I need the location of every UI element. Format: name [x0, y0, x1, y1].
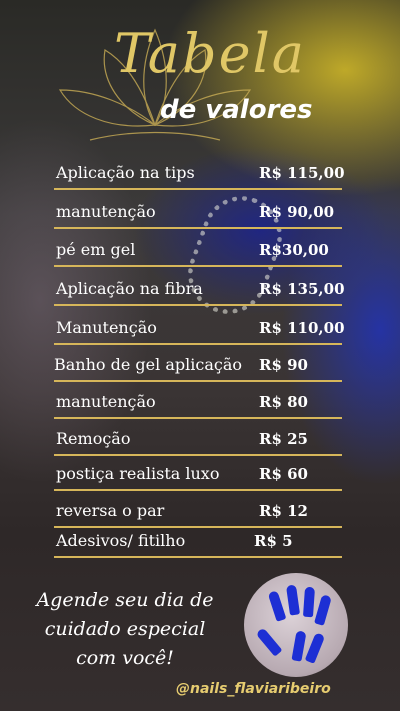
- call-to-action: Agende seu dia de cuidado especial com v…: [20, 586, 230, 673]
- service-name: Aplicação na fibra: [56, 279, 203, 298]
- service-name: reversa o par: [56, 501, 165, 520]
- price-row: Remoção R$ 25: [54, 418, 342, 456]
- service-name: pé em gel: [56, 240, 136, 259]
- price-row: pé em gel R$30,00: [54, 229, 342, 267]
- service-name: Aplicação na tips: [56, 163, 195, 182]
- service-price: R$ 135,00: [259, 280, 345, 298]
- page-title: Tabela: [113, 22, 306, 85]
- service-price: R$ 115,00: [259, 164, 345, 182]
- price-row: Adesivos/ fitilho R$ 5: [54, 520, 342, 558]
- price-row: Banho de gel aplicação R$ 90: [54, 344, 342, 382]
- nail-shape: [255, 627, 283, 657]
- service-price: R$30,00: [259, 241, 329, 259]
- price-row: postiça realista luxo R$ 60: [54, 453, 342, 491]
- nail-shape: [267, 590, 287, 622]
- service-name: manutenção: [56, 202, 156, 221]
- instagram-handle[interactable]: @nails_flaviaribeiro: [176, 681, 331, 697]
- nail-shape: [302, 586, 316, 618]
- price-row: Aplicação na tips R$ 115,00: [54, 152, 345, 190]
- service-name: Manutenção: [56, 318, 157, 337]
- price-row: manutenção R$ 80: [54, 381, 342, 419]
- nail-shape: [291, 630, 307, 662]
- price-row: Aplicação na fibra R$ 135,00: [54, 268, 345, 306]
- service-price: R$ 90: [259, 356, 308, 374]
- service-name: Remoção: [56, 429, 131, 448]
- service-price: R$ 110,00: [259, 319, 345, 337]
- price-row: Manutenção R$ 110,00: [54, 307, 345, 345]
- nail-shape: [285, 584, 301, 616]
- service-name: Banho de gel aplicação: [54, 355, 242, 374]
- service-name: Adesivos/ fitilho: [56, 531, 186, 550]
- nail-shape: [304, 632, 326, 664]
- cta-line: cuidado especial: [44, 618, 206, 640]
- service-price: R$ 25: [259, 430, 308, 448]
- page-subtitle: de valores: [160, 95, 313, 125]
- service-price: R$ 80: [259, 393, 308, 411]
- service-price: R$ 90,00: [259, 203, 335, 221]
- cta-line: Agende seu dia de: [36, 589, 214, 611]
- cta-line: com você!: [76, 647, 174, 669]
- service-name: postiça realista luxo: [56, 464, 220, 483]
- service-price: R$ 60: [259, 465, 308, 483]
- nails-photo: [244, 573, 348, 677]
- service-price: R$ 5: [254, 532, 293, 550]
- service-name: manutenção: [56, 392, 156, 411]
- price-row: manutenção R$ 90,00: [54, 191, 342, 229]
- nail-shape: [314, 594, 332, 626]
- service-price: R$ 12: [259, 502, 308, 520]
